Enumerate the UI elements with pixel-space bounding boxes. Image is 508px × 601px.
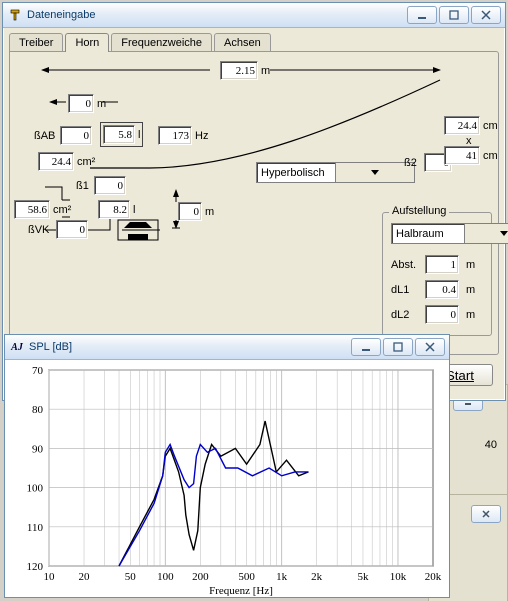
chevron-down-icon — [464, 224, 508, 243]
close-button[interactable] — [471, 6, 501, 24]
dl1-label: dL1 — [391, 284, 425, 296]
minimize-button[interactable] — [407, 6, 437, 24]
window-title: Dateneingabe — [27, 9, 407, 21]
area-top-field[interactable]: cm² — [38, 152, 95, 171]
svg-text:80: 80 — [32, 404, 44, 416]
svg-text:1k: 1k — [276, 571, 288, 583]
tab-horn[interactable]: Horn — [65, 33, 109, 52]
b2-label: ß2 — [404, 157, 417, 169]
svg-text:500: 500 — [238, 571, 255, 583]
tab-sheet-horn: m m ßAB l Hz cm² ß1 cm² l ßVK — [9, 51, 499, 355]
svg-text:20: 20 — [79, 571, 91, 583]
svg-text:70: 70 — [32, 365, 44, 377]
b1-field[interactable] — [94, 176, 126, 195]
svg-text:100: 100 — [157, 571, 174, 583]
spl-minimize-button[interactable] — [351, 338, 381, 356]
svg-text:10: 10 — [44, 571, 56, 583]
svg-text:10k: 10k — [390, 571, 407, 583]
aufstellung-legend: Aufstellung — [389, 205, 449, 217]
svg-text:50: 50 — [125, 571, 137, 583]
bg-close-icon — [471, 505, 501, 523]
svg-text:120: 120 — [27, 561, 44, 573]
bvk-label: ßVK — [28, 224, 49, 236]
tab-achsen[interactable]: Achsen — [214, 33, 271, 52]
tab-frequenzweiche[interactable]: Frequenzweiche — [111, 33, 212, 52]
aufstellung-mode-dropdown[interactable]: Halbraum — [391, 223, 508, 244]
titlebar: Dateneingabe — [3, 3, 505, 28]
svg-text:20k: 20k — [425, 571, 442, 583]
bg-number: 40 — [485, 439, 497, 451]
bottom-vol-field[interactable]: l — [98, 200, 135, 219]
svg-text:90: 90 — [32, 443, 44, 455]
dl1-field[interactable] — [425, 280, 463, 299]
area-bottom-field[interactable]: cm² — [14, 200, 71, 219]
abst-label: Abst. — [391, 259, 425, 271]
abst-field[interactable] — [425, 255, 463, 274]
tab-bar: Treiber Horn Frequenzweiche Achsen — [3, 28, 505, 51]
chevron-down-icon — [335, 163, 414, 182]
mouth-w-field[interactable]: cm — [444, 116, 498, 135]
svg-text:110: 110 — [27, 522, 44, 534]
aufstellung-group: Aufstellung Halbraum Abst. m dL1 m dL2 m — [382, 212, 492, 336]
spl-titlebar: AJ SPL [dB] — [5, 335, 449, 360]
segment-top-field[interactable]: m — [68, 94, 106, 113]
svg-text:5k: 5k — [357, 571, 369, 583]
dl2-label: dL2 — [391, 309, 425, 321]
spl-window: AJ SPL [dB] 120 110 100 90 80 70 10 20 50 100 200 5… — [4, 334, 450, 598]
spl-window-title: SPL [dB] — [29, 341, 351, 353]
shape-dropdown[interactable]: Hyperbolisch — [256, 162, 415, 183]
svg-text:200: 200 — [192, 571, 209, 583]
spl-maximize-button[interactable] — [383, 338, 413, 356]
maximize-button[interactable] — [439, 6, 469, 24]
dl2-field[interactable] — [425, 305, 463, 324]
inner-hz-field[interactable]: Hz — [158, 126, 208, 145]
svg-text:Frequenz [Hz]: Frequenz [Hz] — [209, 585, 273, 596]
spl-chart: 120 110 100 90 80 70 10 20 50 100 200 500 1k 2k 5k 10k 2… — [5, 360, 445, 596]
bab-field[interactable] — [60, 126, 92, 145]
app-icon — [7, 7, 23, 23]
total-length-field[interactable]: m — [220, 61, 270, 80]
bab-label: ßAB — [34, 130, 55, 142]
inner-width-field[interactable]: l — [100, 122, 143, 147]
bvk-field[interactable] — [56, 220, 88, 239]
spl-close-button[interactable] — [415, 338, 445, 356]
height-field[interactable]: m — [178, 202, 214, 221]
svg-text:100: 100 — [27, 483, 44, 495]
svg-text:2k: 2k — [311, 571, 323, 583]
tab-treiber[interactable]: Treiber — [9, 33, 63, 52]
mouth-h-field[interactable]: cm — [444, 146, 498, 165]
spl-app-icon: AJ — [9, 339, 25, 355]
b1-label: ß1 — [76, 180, 89, 192]
